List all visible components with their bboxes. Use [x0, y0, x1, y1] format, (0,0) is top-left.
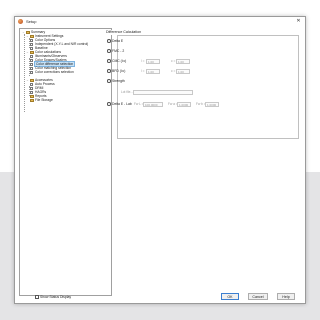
param-label: c =	[171, 59, 176, 63]
help-button[interactable]: Help	[277, 293, 295, 300]
strength-sub-label: Lot file...	[121, 90, 134, 94]
cmc-l-field[interactable]: 1.00	[146, 58, 160, 64]
tree-item-label: File Storage	[35, 98, 53, 102]
difference-calculation-group	[117, 35, 299, 139]
show-status-label: Show Status Display	[40, 294, 72, 299]
lab-fw-b-field[interactable]: 1.0000	[205, 101, 219, 107]
tree-item-color-corrections[interactable]: Color corrections selection	[30, 70, 105, 74]
cmc-c-field[interactable]: 1.00	[176, 58, 190, 64]
group-title: Difference Calculation	[105, 30, 143, 35]
collapse-icon[interactable]: −	[22, 30, 25, 34]
param-label: c =	[171, 69, 176, 73]
tree-item-file-storage[interactable]: File Storage	[26, 98, 86, 102]
fmc2-radio[interactable]	[107, 49, 111, 53]
app-logo-icon	[18, 19, 23, 24]
delta-e-lab-radio[interactable]	[107, 102, 111, 106]
window-title: Setup	[26, 19, 37, 24]
bfd-c-field[interactable]: 1.00	[176, 68, 190, 74]
collapse-icon[interactable]: −	[26, 50, 29, 54]
tree-connector	[23, 34, 25, 112]
radio-label: BFD (l:c)	[112, 69, 126, 73]
strength-radio[interactable]	[107, 79, 111, 83]
collapse-icon[interactable]: −	[26, 78, 29, 82]
settings-tree[interactable]: − Summary − Instrument Settings Color Op…	[19, 28, 112, 296]
param-label: l =	[141, 59, 145, 63]
bfd-l-field[interactable]: 1.00	[146, 68, 160, 74]
radio-label: CMC (l:c)	[112, 59, 127, 63]
cmc-radio[interactable]	[107, 59, 111, 63]
param-label: l =	[141, 69, 145, 73]
setup-dialog: Setup ✕ − Summary − Instrument Settings …	[14, 16, 306, 304]
leaf-icon	[30, 70, 33, 74]
show-status-checkbox[interactable]	[35, 295, 39, 299]
radio-label: Strength	[112, 79, 125, 83]
ok-button[interactable]: OK	[221, 293, 239, 300]
strength-field[interactable]	[133, 89, 193, 95]
collapse-icon[interactable]: −	[26, 34, 29, 38]
cancel-button[interactable]: Cancel	[248, 293, 268, 300]
delta-e-radio[interactable]	[107, 39, 111, 43]
radio-label: Delta E	[112, 39, 124, 43]
title-bar: Setup ✕	[15, 17, 305, 26]
tree-item-label: Color corrections selection	[35, 70, 74, 74]
radio-label: Delta E - Lab	[112, 102, 132, 106]
close-button[interactable]: ✕	[295, 18, 302, 25]
lab-fw-l-field[interactable]: 100.0000	[143, 101, 163, 107]
folder-icon	[30, 98, 34, 102]
lab-fw-a-field[interactable]: 1.0000	[177, 101, 191, 107]
radio-label: FMC - 2	[112, 49, 125, 53]
bfd-radio[interactable]	[107, 69, 111, 73]
